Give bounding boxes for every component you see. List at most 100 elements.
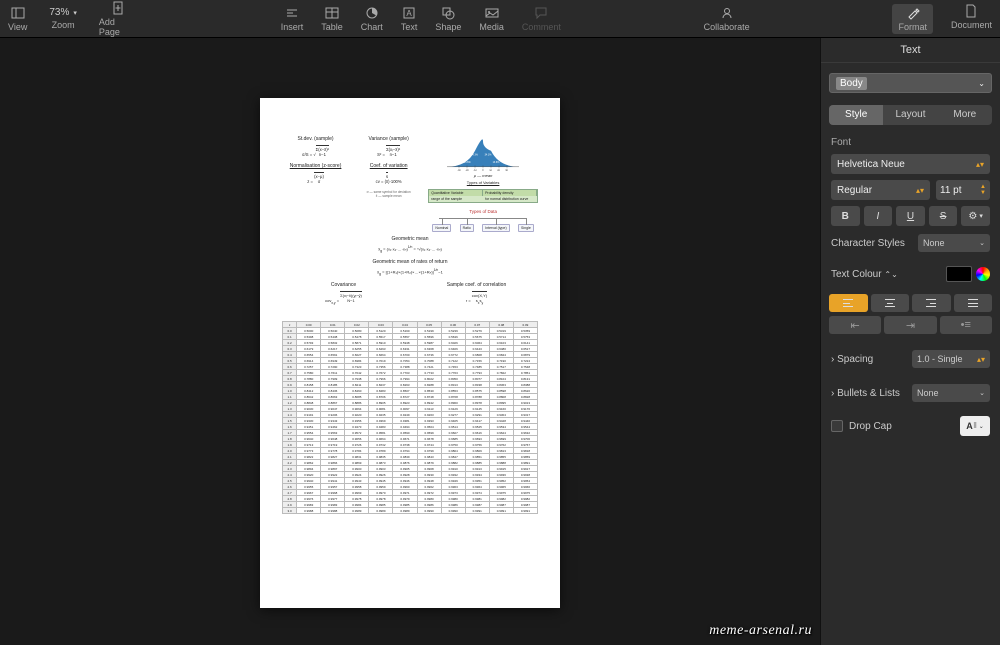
view-button[interactable]: View <box>8 6 27 32</box>
media-icon <box>485 6 499 20</box>
document-button[interactable]: Document <box>951 4 992 34</box>
svg-text:3σ: 3σ <box>505 170 508 172</box>
svg-text:13.6%: 13.6% <box>493 161 501 164</box>
variance-formula: S² = Σ(xᵢ−x̄)²n−1 <box>355 145 422 157</box>
chevron-stepper-icon: ▴▾ <box>976 160 984 169</box>
strike-button[interactable]: S <box>929 206 958 226</box>
norm-heading: Normalisation (z-score) <box>282 163 349 169</box>
ltr-button[interactable]: •≡ <box>940 316 992 334</box>
collaborate-icon <box>720 6 734 20</box>
gear-icon: ⚙︎ <box>968 211 977 222</box>
cov-formula: covx,y = Σ(xᵢ−x̄)(yᵢ−ȳ)N−1 <box>282 291 405 305</box>
chevron-down-icon: ▾ <box>73 9 77 17</box>
shape-button[interactable]: Shape <box>435 6 461 32</box>
dropcap-label: Drop Cap <box>849 421 892 432</box>
brush-icon <box>906 6 920 20</box>
stdev-formula: σ/S = √Σ(x−x̄)²n−1 <box>282 145 349 157</box>
inspector-title: Text <box>821 38 1000 63</box>
font-family-dropdown[interactable]: Helvetica Neue▴▾ <box>831 154 990 174</box>
document-icon <box>964 4 978 18</box>
insert-icon <box>285 6 299 20</box>
chevron-down-icon: ▾ <box>979 212 983 220</box>
add-page-button[interactable]: Add Page <box>99 1 138 37</box>
svg-text:2σ: 2σ <box>497 170 500 172</box>
svg-text:-1σ: -1σ <box>473 170 477 172</box>
table-button[interactable]: Table <box>321 6 343 32</box>
cv-formula: cv = (sx̄)·100% <box>355 172 422 184</box>
svg-text:A: A <box>406 9 412 18</box>
char-styles-dropdown[interactable]: None⌄ <box>918 234 990 252</box>
tab-more[interactable]: More <box>938 105 992 125</box>
bullets-dropdown[interactable]: None⌄ <box>912 384 990 402</box>
align-right-button[interactable] <box>912 294 951 312</box>
shape-icon <box>441 6 455 20</box>
paragraph-style-dropdown[interactable]: Body ⌄ <box>829 73 992 93</box>
advanced-text-button[interactable]: ⚙︎▾ <box>961 206 990 226</box>
comment-button[interactable]: Comment <box>522 6 561 32</box>
z-table: z0.000.010.020.030.040.050.060.070.080.0… <box>282 321 538 514</box>
watermark: meme-arsenal.ru <box>709 623 812 639</box>
dropcap-checkbox[interactable] <box>831 420 843 432</box>
indent-button[interactable]: ⇥ <box>884 316 936 334</box>
geomean-formula: x̄g = (x₁·x₂·…·xₙ)1/n = ⁿ√(x₁·x₂·…·xₙ) <box>282 245 538 253</box>
toolbar: View 73%▾ Zoom Add Page Insert Table Cha… <box>0 0 1000 38</box>
svg-text:1σ: 1σ <box>489 170 492 172</box>
spacing-row[interactable]: › Spacing 1.0 - Single▴▾ <box>821 350 1000 368</box>
format-button[interactable]: Format <box>892 4 933 34</box>
svg-text:0: 0 <box>482 170 484 172</box>
spacing-dropdown[interactable]: 1.0 - Single▴▾ <box>912 350 990 368</box>
align-left-button[interactable] <box>829 294 868 312</box>
corr-formula: r = cov(X,Y)sxsy <box>415 291 538 305</box>
variance-heading: Variance (sample) <box>355 136 422 142</box>
media-button[interactable]: Media <box>479 6 504 32</box>
geomean-ror-formula: x̄g = [(1+R₁)×(1+R₂)×…×(1+Rₙ)]1/n−1 <box>282 268 538 276</box>
align-justify-button[interactable] <box>954 294 993 312</box>
geomean-ror-heading: Geometric mean of rates of return <box>282 259 538 265</box>
svg-text:-3σ: -3σ <box>457 170 461 172</box>
format-inspector: Text Body ⌄ Style Layout More Font Helve… <box>820 38 1000 645</box>
text-align-row <box>829 294 992 312</box>
tab-style[interactable]: Style <box>829 105 883 125</box>
text-button[interactable]: A Text <box>401 6 418 32</box>
text-color-label: Text Colour ⌃⌄ <box>831 269 898 280</box>
svg-text:-2σ: -2σ <box>465 170 469 172</box>
dropcap-style-button[interactable]: A≡≡⌄ <box>960 416 990 436</box>
char-styles-label: Character Styles <box>831 238 905 249</box>
types-data-title: Types of Data <box>428 209 538 214</box>
chart-button[interactable]: Chart <box>361 6 383 32</box>
outdent-button[interactable]: ⇤ <box>829 316 881 334</box>
font-size-stepper[interactable]: ▲▼ <box>980 184 986 196</box>
document-canvas[interactable]: St.dev. (sample) σ/S = √Σ(x−x̄)²n−1 Norm… <box>0 38 820 645</box>
insert-button[interactable]: Insert <box>281 6 304 32</box>
corr-heading: Sample coef. of correlation <box>415 282 538 288</box>
chevron-down-icon: ⌄ <box>979 423 984 430</box>
types-tree: Nominal Ratio Interval (type) Single <box>428 224 538 232</box>
underline-button[interactable]: U <box>896 206 925 226</box>
font-size-field[interactable]: 11 pt ▲▼ <box>936 180 990 200</box>
inspector-tabs: Style Layout More <box>829 105 992 125</box>
chevron-down-icon: ⌄ <box>978 79 985 88</box>
bold-button[interactable]: B <box>831 206 860 226</box>
text-color-swatch[interactable] <box>946 266 972 282</box>
svg-text:34.1%: 34.1% <box>471 154 479 157</box>
italic-button[interactable]: I <box>864 206 893 226</box>
tab-layout[interactable]: Layout <box>883 105 937 125</box>
zoom-control[interactable]: 73%▾ Zoom <box>49 7 77 30</box>
zoom-value: 73% <box>49 7 69 18</box>
mean-label: μ — mean <box>428 173 538 178</box>
chevron-down-icon: ⌄ <box>979 239 985 247</box>
covariance-heading: Covariance <box>282 282 405 288</box>
chevron-stepper-icon: ▴▾ <box>916 186 924 195</box>
stdev-heading: St.dev. (sample) <box>282 136 349 142</box>
font-weight-dropdown[interactable]: Regular▴▾ <box>831 180 930 200</box>
collaborate-button[interactable]: Collaborate <box>704 6 750 32</box>
bell-curve: 34.1%34.1%13.6%13.6% -3σ-2σ-1σ01σ2σ3σ <box>443 136 523 172</box>
align-center-button[interactable] <box>871 294 910 312</box>
svg-text:13.6%: 13.6% <box>464 161 472 164</box>
geomean-heading: Geometric mean <box>282 236 538 242</box>
color-wheel-button[interactable] <box>976 267 990 281</box>
add-page-icon <box>111 1 125 15</box>
document-page[interactable]: St.dev. (sample) σ/S = √Σ(x−x̄)²n−1 Norm… <box>260 98 560 608</box>
bullets-row[interactable]: › Bullets & Lists None⌄ <box>821 384 1000 402</box>
font-label: Font <box>831 137 990 148</box>
